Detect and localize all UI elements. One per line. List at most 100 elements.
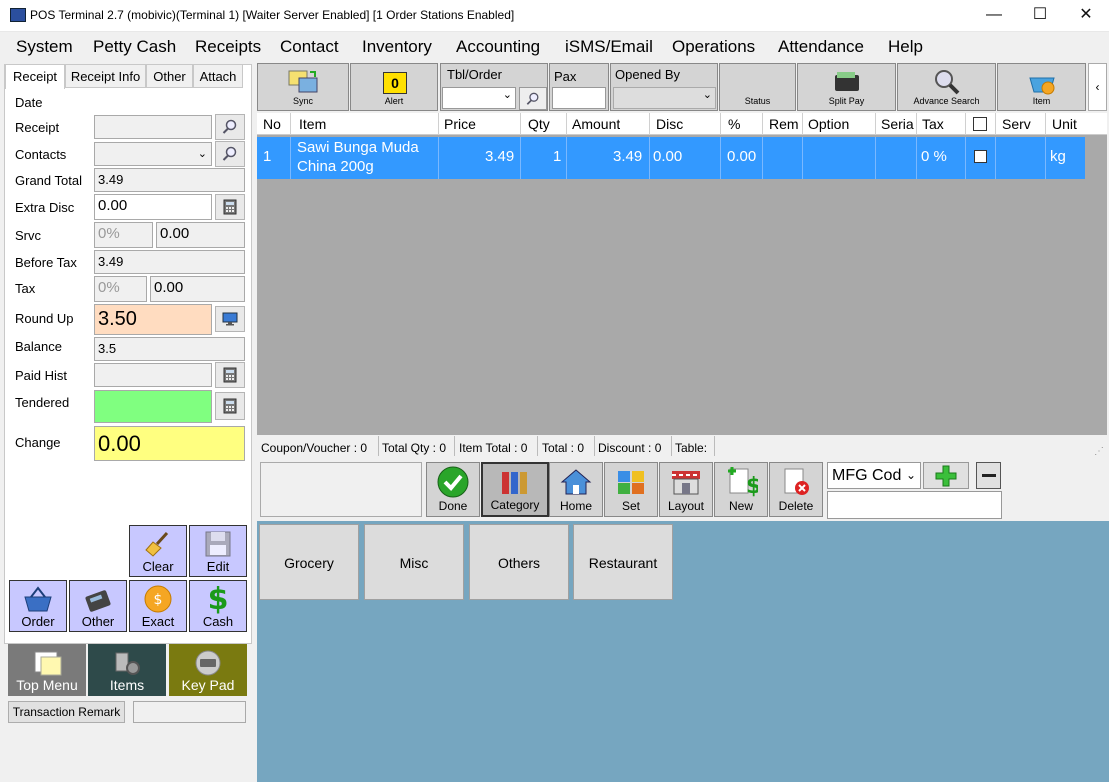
remove-button[interactable] <box>976 462 1001 489</box>
table-row[interactable]: 1 Sawi Bunga Muda China 200g 3.49 1 3.49… <box>257 137 1085 179</box>
tax-label: Tax <box>15 281 36 296</box>
menu-contact[interactable]: Contact <box>280 37 339 57</box>
transaction-remark-button[interactable]: Transaction Remark <box>8 701 125 723</box>
tbl-order-search-button[interactable] <box>519 87 547 110</box>
key-pad-button[interactable]: Key Pad <box>169 644 247 696</box>
toolbar-scroll-button[interactable]: ‹ <box>1088 63 1107 111</box>
group-misc[interactable]: Misc <box>364 524 464 600</box>
group-others[interactable]: Others <box>469 524 569 600</box>
total: Total : 0 <box>542 441 585 455</box>
close-button[interactable]: ✕ <box>1063 0 1109 32</box>
tab-attach[interactable]: Attach <box>193 64 243 88</box>
maximize-button[interactable]: ☐ <box>1017 0 1063 32</box>
menu-attendance[interactable]: Attendance <box>778 37 864 57</box>
split-pay-button[interactable]: Split Pay <box>797 63 896 111</box>
group-restaurant[interactable]: Restaurant <box>573 524 673 600</box>
col-no[interactable]: No <box>263 116 281 132</box>
other-label: Other <box>81 614 115 629</box>
layout-button[interactable]: Layout <box>659 462 713 517</box>
delete-button[interactable]: Delete <box>769 462 823 517</box>
clear-button[interactable]: Clear <box>129 525 187 577</box>
barcode-input-panel[interactable] <box>260 462 422 517</box>
add-button[interactable] <box>923 462 969 489</box>
tab-receipt[interactable]: Receipt <box>5 64 65 89</box>
home-label: Home <box>559 499 592 513</box>
cell-item-line1: Sawi Bunga Muda <box>297 139 419 156</box>
home-icon <box>560 469 592 495</box>
status-button[interactable]: Status <box>719 63 796 111</box>
menu-help[interactable]: Help <box>888 37 923 57</box>
category-button[interactable]: Category <box>481 462 549 517</box>
select-all-checkbox[interactable] <box>973 117 987 131</box>
cash-button[interactable]: $ Cash <box>189 580 247 632</box>
tab-other[interactable]: Other <box>146 64 193 88</box>
col-serv[interactable]: Serv <box>1002 116 1031 132</box>
home-button[interactable]: Home <box>549 462 603 517</box>
mfg-code-select[interactable]: MFG Cod ⌄ <box>827 462 921 489</box>
set-button[interactable]: Set <box>604 462 658 517</box>
exact-button[interactable]: $ Exact <box>129 580 187 632</box>
col-option[interactable]: Option <box>808 116 849 132</box>
sync-button[interactable]: Sync <box>257 63 349 111</box>
col-disc[interactable]: Disc <box>656 116 683 132</box>
tendered-calculator-button[interactable] <box>215 392 245 420</box>
items-label: Items <box>109 677 145 693</box>
minimize-button[interactable]: — <box>971 0 1017 32</box>
extra-disc-calculator-button[interactable] <box>215 194 245 220</box>
transaction-remark-field[interactable] <box>133 701 246 723</box>
totals-status-bar: Coupon/Voucher : 0 Total Qty : 0 Item To… <box>257 436 1107 458</box>
items-button[interactable]: Items <box>88 644 166 696</box>
done-button[interactable]: Done <box>426 462 480 517</box>
tbl-order-select[interactable]: ⌄ <box>442 87 516 109</box>
col-unit[interactable]: Unit <box>1052 116 1077 132</box>
tendered-input[interactable] <box>94 390 212 423</box>
mfg-code-input[interactable] <box>827 491 1002 519</box>
col-serial[interactable]: Seria <box>881 116 915 132</box>
alert-button[interactable]: 0 Alert <box>350 63 438 111</box>
edit-button[interactable]: Edit <box>189 525 247 577</box>
other-payment-button[interactable]: Other <box>69 580 127 632</box>
col-rem[interactable]: Rem <box>769 116 802 132</box>
col-qty[interactable]: Qty <box>528 116 550 132</box>
top-menu-button[interactable]: Top Menu <box>8 644 86 696</box>
col-amount[interactable]: Amount <box>572 116 620 132</box>
group-grocery[interactable]: Grocery <box>259 524 359 600</box>
menu-receipts[interactable]: Receipts <box>195 37 261 57</box>
col-price[interactable]: Price <box>444 116 476 132</box>
change-label: Change <box>15 435 61 450</box>
order-items-grid[interactable]: No Item Price Qty Amount Disc % Rem Opti… <box>257 113 1107 435</box>
contacts-select[interactable]: ⌄ <box>94 142 212 166</box>
order-button[interactable]: Order <box>9 580 67 632</box>
col-item[interactable]: Item <box>299 116 326 132</box>
chevron-down-icon: ⌄ <box>702 89 712 101</box>
menu-inventory[interactable]: Inventory <box>362 37 432 57</box>
menu-isms-email[interactable]: iSMS/Email <box>565 37 653 57</box>
grand-total-label: Grand Total <box>15 173 82 188</box>
menu-system[interactable]: System <box>16 37 73 57</box>
pax-input[interactable] <box>552 87 606 109</box>
srvc-percent[interactable]: 0% <box>94 222 153 248</box>
col-tax[interactable]: Tax <box>922 116 944 132</box>
menu-petty-cash[interactable]: Petty Cash <box>93 37 176 57</box>
item-button[interactable]: Item <box>997 63 1086 111</box>
round-up-button[interactable] <box>215 306 245 332</box>
opened-by-select[interactable]: ⌄ <box>613 87 716 109</box>
menu-operations[interactable]: Operations <box>672 37 755 57</box>
advance-search-button[interactable]: Advance Search <box>897 63 996 111</box>
receipt-search-button[interactable] <box>215 114 245 140</box>
paid-hist-calculator-button[interactable] <box>215 362 245 388</box>
split-pay-label: Split Pay <box>828 96 865 106</box>
new-button[interactable]: $ New <box>714 462 768 517</box>
paid-hist-label: Paid Hist <box>15 368 68 383</box>
tab-receipt-info[interactable]: Receipt Info <box>65 64 146 88</box>
row-checkbox[interactable] <box>974 150 987 163</box>
title-bar: POS Terminal 2.7 (mobivic)(Terminal 1) [… <box>0 0 1109 32</box>
extra-disc-label: Extra Disc <box>15 200 75 215</box>
receipt-field[interactable] <box>94 115 212 139</box>
contacts-search-button[interactable] <box>215 141 245 167</box>
paid-hist-value <box>94 363 212 387</box>
menu-accounting[interactable]: Accounting <box>456 37 540 57</box>
extra-disc-input[interactable]: 0.00 <box>94 194 212 220</box>
col-percent[interactable]: % <box>728 116 740 132</box>
tax-percent[interactable]: 0% <box>94 276 147 302</box>
